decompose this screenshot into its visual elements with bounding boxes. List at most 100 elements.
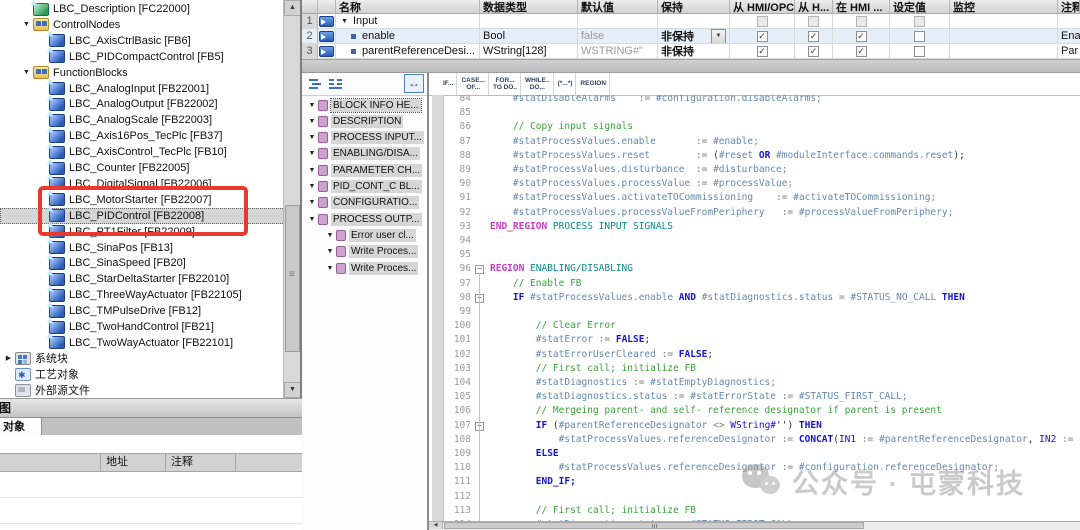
tree-item-外部源文件[interactable]: 外部源文件 <box>0 383 283 398</box>
scl-code-editor[interactable]: IF...CASE... OF...FOR... TO DO..WHILE.. … <box>429 73 1080 530</box>
code-line-84[interactable]: 84 #statDisableAlarms := #configuration.… <box>429 95 1080 106</box>
tree-item-lbc_motorstarter-fb22007-[interactable]: LBC_MotorStarter [FB22007] <box>0 192 283 208</box>
cell-retain[interactable]: 非保持▼ <box>658 29 730 44</box>
tree-item-lbc_tmpulsedrive-fb12-[interactable]: LBC_TMPulseDrive [FB12] <box>0 303 283 319</box>
code-line-95[interactable]: 95 <box>429 248 1080 262</box>
tree-item-lbc_stardeltastarter-fb22010-[interactable]: LBC_StarDeltaStarter [FB22010] <box>0 271 283 287</box>
tree-item-lbc_sinaspeed-fb20-[interactable]: LBC_SinaSpeed [FB20] <box>0 255 283 271</box>
outline-item[interactable]: ▼PROCESS INPUT... <box>302 130 427 146</box>
scroll-up-icon[interactable]: ▲ <box>284 0 301 16</box>
code-line-93[interactable]: 93END_REGION PROCESS INPUT SIGNALS <box>429 220 1080 234</box>
tree-item-lbc_description-fc22000-[interactable]: LBC_Description [FC22000] <box>0 1 283 17</box>
column-address[interactable]: 地址 <box>100 454 165 471</box>
cell-monitor[interactable] <box>950 29 1058 44</box>
table-column-header[interactable]: 默认值 <box>578 0 658 14</box>
checkbox-checked[interactable]: ✓ <box>808 31 819 42</box>
code-line-109[interactable]: 109 ELSE <box>429 447 1080 461</box>
snippet-button-region[interactable]: REGION <box>576 73 610 95</box>
tree-item-lbc_analogscale-fb22003-[interactable]: LBC_AnalogScale [FB22003] <box>0 112 283 128</box>
checkbox-checked[interactable]: ✓ <box>757 31 768 42</box>
cell-name[interactable]: parentReferenceDesi... <box>336 44 480 59</box>
table-row[interactable]: 2enableBoolfalse非保持▼✓✓✓Ena <box>302 29 1080 44</box>
tree-item-lbc_axis16pos_tecplc-fb37-[interactable]: LBC_Axis16Pos_TecPlc [FB37] <box>0 128 283 144</box>
tree-expander-icon[interactable]: ▼ <box>20 17 33 33</box>
outline-expander-icon[interactable]: ▼ <box>306 199 318 206</box>
code-line-98[interactable]: 98− IF #statProcessValues.enable AND #st… <box>429 291 1080 305</box>
snippet-button-whiledo[interactable]: WHILE.. DO... <box>521 73 554 95</box>
outline-item[interactable]: ▼Write Proces... <box>302 260 427 276</box>
tree-item-lbc_pidcontrol-fb22008-[interactable]: LBC_PIDControl [FB22008] <box>0 208 283 224</box>
snippet-button-[interactable]: (*...*) <box>554 73 577 95</box>
code-line-85[interactable]: 85 <box>429 106 1080 120</box>
tree-item-functionblocks[interactable]: ▼FunctionBlocks <box>0 65 283 81</box>
outline-expander-icon[interactable]: ▼ <box>324 248 336 255</box>
outline-item[interactable]: ▼Error user cl... <box>302 227 427 243</box>
outline-expander-icon[interactable]: ▼ <box>306 118 318 125</box>
cell-comment[interactable]: Par <box>1058 44 1080 59</box>
tree-item-lbc_counter-fb22005-[interactable]: LBC_Counter [FB22005] <box>0 160 283 176</box>
tree-item-lbc_pt1filter-fb22009-[interactable]: LBC_PT1Filter [FB22009] <box>0 224 283 240</box>
code-line-107[interactable]: 107− IF (#parentReferenceDesignator <> W… <box>429 419 1080 433</box>
cell-datatype[interactable]: WString[128] <box>480 44 578 59</box>
checkbox-checked[interactable]: ✓ <box>757 46 768 57</box>
table-column-header[interactable]: 从 H... <box>795 0 833 14</box>
code-view[interactable]: 84 #statDisableAlarms := #configuration.… <box>429 95 1080 522</box>
code-line-103[interactable]: 103 // First call; initialize FB <box>429 362 1080 376</box>
editor-horizontal-scrollbar[interactable]: ◀ <box>429 521 1080 530</box>
tree-item-lbc_threewayactuator-fb22105-[interactable]: LBC_ThreeWayActuator [FB22105] <box>0 287 283 303</box>
column-comment[interactable]: 注释 <box>165 454 235 471</box>
code-line-111[interactable]: 111 END_IF; <box>429 475 1080 489</box>
cell-datatype[interactable]: Bool <box>480 29 578 44</box>
checkbox-checked[interactable]: ✓ <box>856 31 867 42</box>
code-line-102[interactable]: 102 #statErrorUserCleared := FALSE; <box>429 348 1080 362</box>
checkbox-checked[interactable]: ✓ <box>808 46 819 57</box>
code-line-105[interactable]: 105 #statDiagnostics.status := #statErro… <box>429 390 1080 404</box>
code-line-113[interactable]: 113 // First call; initialize FB <box>429 504 1080 518</box>
code-line-96[interactable]: 96−REGION ENABLING/DISABLING <box>429 262 1080 276</box>
outline-expander-icon[interactable]: ▼ <box>306 216 318 223</box>
outline-expander-icon[interactable]: ▼ <box>306 167 318 174</box>
code-line-106[interactable]: 106 // Mergeing parent- and self- refere… <box>429 404 1080 418</box>
code-line-94[interactable]: 94 <box>429 234 1080 248</box>
tree-item-controlnodes[interactable]: ▼ControlNodes <box>0 17 283 33</box>
cell-name[interactable]: enable <box>336 29 480 44</box>
outline-expander-icon[interactable]: ▼ <box>306 183 318 190</box>
cell-default-value[interactable] <box>578 14 658 29</box>
tree-expander-icon[interactable]: ▼ <box>20 65 33 81</box>
hscrollbar-thumb[interactable] <box>444 522 864 529</box>
table-column-header[interactable]: 设定值 <box>890 0 950 14</box>
tree-item-lbc_axisctrlbasic-fb6-[interactable]: LBC_AxisCtrlBasic [FB6] <box>0 33 283 49</box>
tree-scrollbar[interactable]: ▲ ▼ <box>283 0 301 398</box>
scroll-down-icon[interactable]: ▼ <box>284 382 301 398</box>
table-column-header[interactable]: 名称 <box>336 0 480 14</box>
table-row[interactable]: 1▼Input <box>302 14 1080 29</box>
code-line-86[interactable]: 86 // Copy input signals <box>429 120 1080 134</box>
table-column-header[interactable]: 从 HMI/OPC.. <box>730 0 795 14</box>
outline-item[interactable]: ▼PROCESS OUTP... <box>302 211 427 227</box>
snippet-button-if[interactable]: IF... <box>439 73 457 95</box>
table-column-header[interactable]: 数据类型 <box>480 0 578 14</box>
code-line-91[interactable]: 91 #statProcessValues.activateTOCommissi… <box>429 191 1080 205</box>
checkbox-unchecked[interactable] <box>914 31 925 42</box>
code-line-88[interactable]: 88 #statProcessValues.reset := (#reset O… <box>429 149 1080 163</box>
outline-item[interactable]: ▼ENABLING/DISA... <box>302 146 427 162</box>
table-column-header[interactable]: 保持 <box>658 0 730 14</box>
cell-comment[interactable] <box>1058 14 1080 29</box>
cell-default-value[interactable]: false <box>578 29 658 44</box>
checkbox-unchecked[interactable] <box>914 16 925 27</box>
outline-item[interactable]: ▼Write Proces... <box>302 244 427 260</box>
snippet-button-fortodo[interactable]: FOR... TO DO.. <box>489 73 521 95</box>
table-row[interactable]: 3parentReferenceDesi...WString[128]WSTRI… <box>302 44 1080 59</box>
cell-default-value[interactable]: WSTRING#'' <box>578 44 658 59</box>
code-line-99[interactable]: 99 <box>429 305 1080 319</box>
project-tree[interactable]: LBC_Description [FC22000]▼ControlNodesLB… <box>0 0 283 398</box>
tree-item-lbc_digitalsignal-fb22006-[interactable]: LBC_DigitalSignal [FB22006] <box>0 176 283 192</box>
tree-item-lbc_twowayactuator-fb22101-[interactable]: LBC_TwoWayActuator [FB22101] <box>0 335 283 351</box>
group-expander-icon[interactable]: ▼ <box>341 18 348 25</box>
tree-item-工艺对象[interactable]: 工艺对象 <box>0 367 283 383</box>
expand-sections-icon[interactable] <box>308 77 323 90</box>
code-line-90[interactable]: 90 #statProcessValues.processValue := #p… <box>429 177 1080 191</box>
retain-dropdown-icon[interactable]: ▼ <box>711 29 726 44</box>
tree-scrollbar-thumb[interactable] <box>285 205 300 352</box>
cell-monitor[interactable] <box>950 14 1058 29</box>
